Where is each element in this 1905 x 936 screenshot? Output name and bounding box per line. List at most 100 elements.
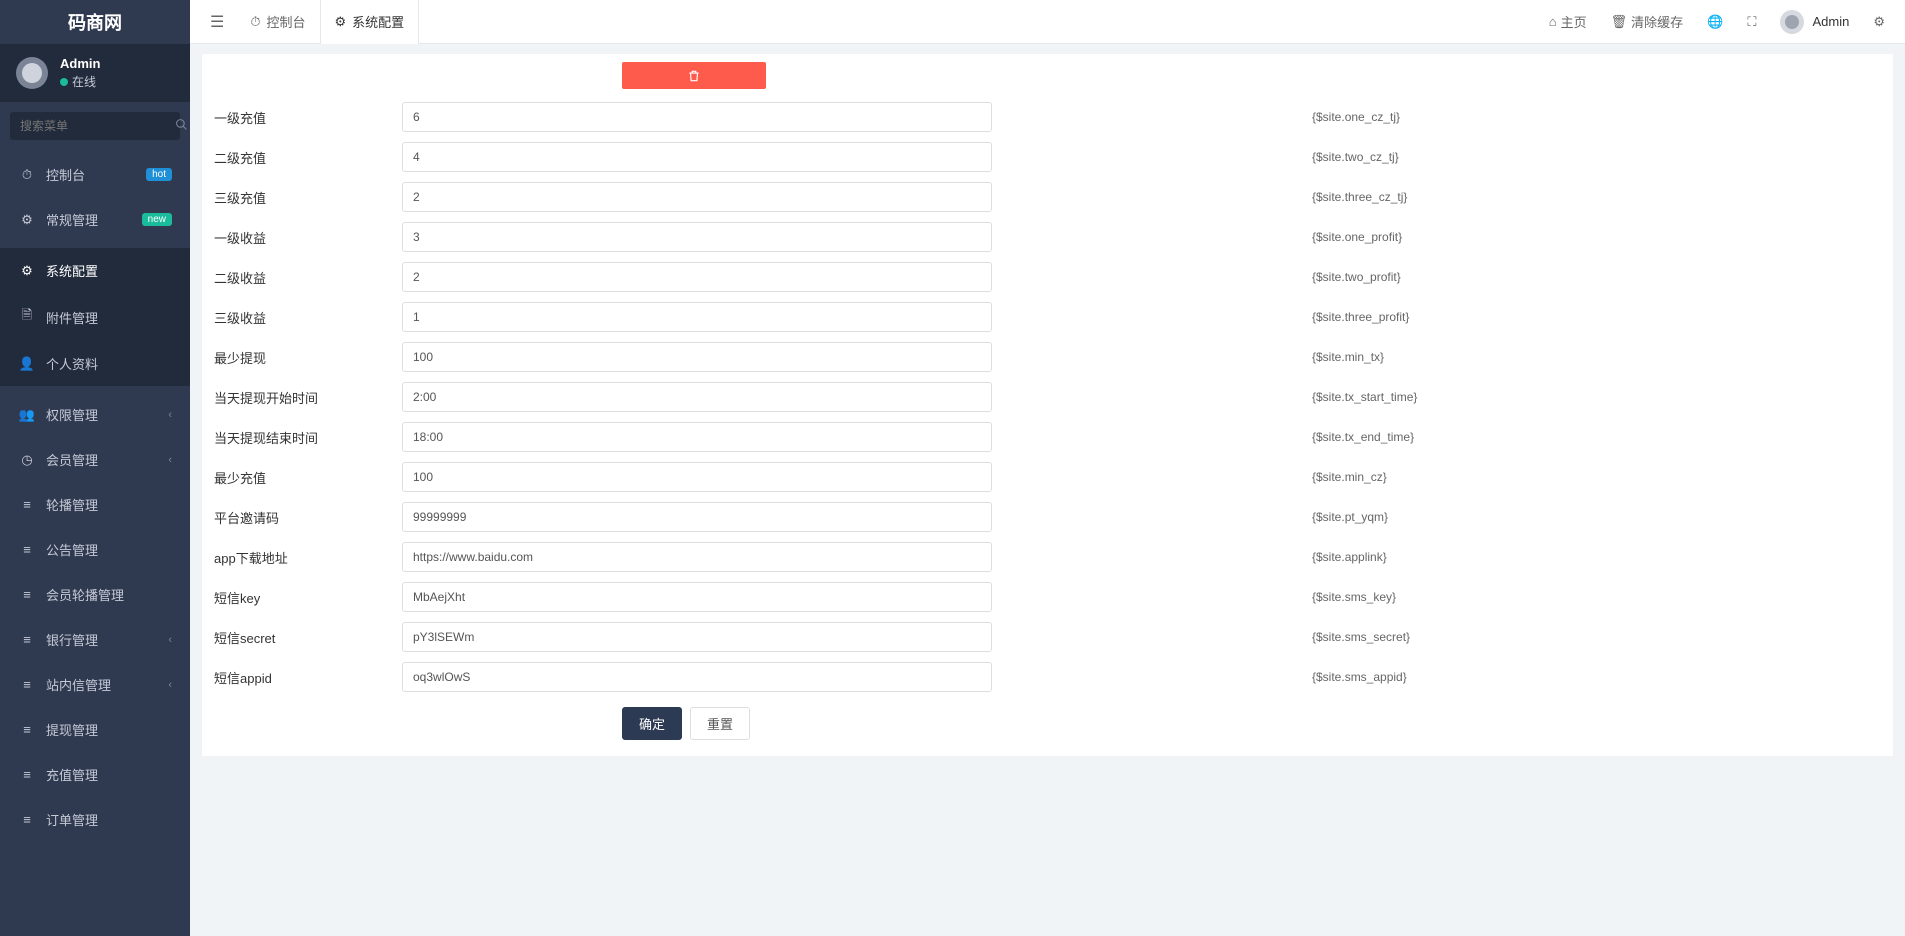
clear-cache-button[interactable]: 🗑 清除缓存 <box>1599 0 1696 44</box>
sidebar-sub-item-1[interactable]: 🗎 附件管理 <box>0 293 190 341</box>
form-input-9[interactable] <box>402 462 992 492</box>
form-hint: {$site.two_profit} <box>992 270 1893 284</box>
sidebar-rest-item-8[interactable]: ≡ 充值管理 <box>0 752 190 797</box>
form-hint: {$site.applink} <box>992 550 1893 564</box>
nav-icon: ◷ <box>18 452 36 468</box>
nav-label: 轮播管理 <box>46 495 172 514</box>
sidebar-rest-item-6[interactable]: ≡ 站内信管理 ‹ <box>0 662 190 707</box>
form-label: 二级收益 <box>202 268 402 287</box>
nav-label: 系统配置 <box>46 261 172 280</box>
sidebar-user[interactable]: Admin 在线 <box>0 44 190 102</box>
sidebar-rest-item-1[interactable]: ◷ 会员管理 ‹ <box>0 437 190 482</box>
content: 一级充值 {$site.one_cz_tj}二级充值 {$site.two_cz… <box>190 44 1905 936</box>
nav-icon: ⏱ <box>18 167 36 183</box>
chevron-left-icon: ‹ <box>168 409 172 421</box>
form-row-3: 一级收益 {$site.one_profit} <box>202 217 1893 257</box>
nav-icon: ≡ <box>18 677 36 692</box>
sidebar-rest-item-4[interactable]: ≡ 会员轮播管理 <box>0 572 190 617</box>
form-input-13[interactable] <box>402 622 992 652</box>
form-input-2[interactable] <box>402 182 992 212</box>
form-label: 一级充值 <box>202 108 402 127</box>
settings-button[interactable]: ⚙ <box>1861 0 1897 44</box>
sidebar-item-0[interactable]: ⏱ 控制台 hot <box>0 152 190 197</box>
chevron-left-icon: ‹ <box>168 679 172 691</box>
form-row-11: app下载地址 {$site.applink} <box>202 537 1893 577</box>
form-input-1[interactable] <box>402 142 992 172</box>
form-input-7[interactable] <box>402 382 992 412</box>
form-hint: {$site.sms_secret} <box>992 630 1893 644</box>
nav-icon: ≡ <box>18 587 36 602</box>
form-hint: {$site.tx_end_time} <box>992 430 1893 444</box>
sidebar-rest-item-3[interactable]: ≡ 公告管理 <box>0 527 190 572</box>
sidebar-rest-item-9[interactable]: ≡ 订单管理 <box>0 797 190 842</box>
sidebar-rest-item-7[interactable]: ≡ 提现管理 <box>0 707 190 752</box>
sidebar-rest-item-0[interactable]: 👥 权限管理 ‹ <box>0 392 190 437</box>
nav-icon: ≡ <box>18 497 36 512</box>
nav-label: 充值管理 <box>46 765 172 784</box>
reset-button[interactable]: 重置 <box>690 707 750 740</box>
nav-icon: ≡ <box>18 767 36 782</box>
nav-label: 控制台 <box>46 165 140 184</box>
tab-1[interactable]: ⚙系统配置 <box>320 0 420 44</box>
form-input-3[interactable] <box>402 222 992 252</box>
nav-label: 站内信管理 <box>46 675 168 694</box>
top-user-name: Admin <box>1812 14 1849 29</box>
nav-label: 权限管理 <box>46 405 168 424</box>
form-label: 短信appid <box>202 668 402 687</box>
home-label: 主页 <box>1561 12 1587 31</box>
top-user[interactable]: Admin <box>1768 10 1861 34</box>
form-label: 当天提现结束时间 <box>202 428 402 447</box>
form-row-7: 当天提现开始时间 {$site.tx_start_time} <box>202 377 1893 417</box>
form-input-5[interactable] <box>402 302 992 332</box>
form-row-6: 最少提现 {$site.min_tx} <box>202 337 1893 377</box>
form-hint: {$site.tx_start_time} <box>992 390 1893 404</box>
home-button[interactable]: ⌂ 主页 <box>1537 0 1599 44</box>
nav-icon: 👤 <box>18 356 36 372</box>
nav-icon: ≡ <box>18 542 36 557</box>
clear-cache-label: 清除缓存 <box>1631 12 1683 31</box>
submit-button[interactable]: 确定 <box>622 707 682 740</box>
form-row-12: 短信key {$site.sms_key} <box>202 577 1893 617</box>
form-input-14[interactable] <box>402 662 992 692</box>
delete-button[interactable] <box>622 62 766 89</box>
sidebar-search[interactable] <box>10 112 180 140</box>
form-row-0: 一级充值 {$site.one_cz_tj} <box>202 97 1893 137</box>
form-input-11[interactable] <box>402 542 992 572</box>
tab-0[interactable]: ⏱控制台 <box>236 0 319 44</box>
fullscreen-button[interactable]: ⛶ <box>1735 0 1768 44</box>
form-hint: {$site.two_cz_tj} <box>992 150 1893 164</box>
form-label: 短信key <box>202 588 402 607</box>
sidebar-sub-item-2[interactable]: 👤 个人资料 <box>0 341 190 386</box>
tab-label: 控制台 <box>266 12 305 31</box>
lang-button[interactable]: 🌐 <box>1695 0 1735 44</box>
form-input-6[interactable] <box>402 342 992 372</box>
search-icon[interactable] <box>175 118 188 134</box>
form-input-12[interactable] <box>402 582 992 612</box>
form-row-13: 短信secret {$site.sms_secret} <box>202 617 1893 657</box>
form-label: 一级收益 <box>202 228 402 247</box>
form-input-8[interactable] <box>402 422 992 452</box>
form-label: 最少提现 <box>202 348 402 367</box>
sidebar-item-1[interactable]: ⚙ 常规管理 new <box>0 197 190 242</box>
status-dot-icon <box>60 78 68 86</box>
user-status: 在线 <box>60 73 100 90</box>
sidebar-sub-item-0[interactable]: ⚙ 系统配置 <box>0 248 190 293</box>
nav-icon: ≡ <box>18 722 36 737</box>
sidebar-rest-item-5[interactable]: ≡ 银行管理 ‹ <box>0 617 190 662</box>
form-input-0[interactable] <box>402 102 992 132</box>
form-input-10[interactable] <box>402 502 992 532</box>
nav-label: 常规管理 <box>46 210 136 229</box>
nav-icon: ⚙ <box>18 263 36 279</box>
nav-label: 会员管理 <box>46 450 168 469</box>
search-input[interactable] <box>20 119 175 133</box>
form-hint: {$site.sms_appid} <box>992 670 1893 684</box>
form-label: app下载地址 <box>202 548 402 567</box>
nav-icon: ⚙ <box>18 212 36 228</box>
sidebar-rest-item-2[interactable]: ≡ 轮播管理 <box>0 482 190 527</box>
trash-icon <box>687 69 701 83</box>
avatar <box>16 57 48 89</box>
fullscreen-icon: ⛶ <box>1747 14 1756 30</box>
hamburger-icon[interactable]: ☰ <box>198 12 236 32</box>
form-input-4[interactable] <box>402 262 992 292</box>
nav-label: 提现管理 <box>46 720 172 739</box>
